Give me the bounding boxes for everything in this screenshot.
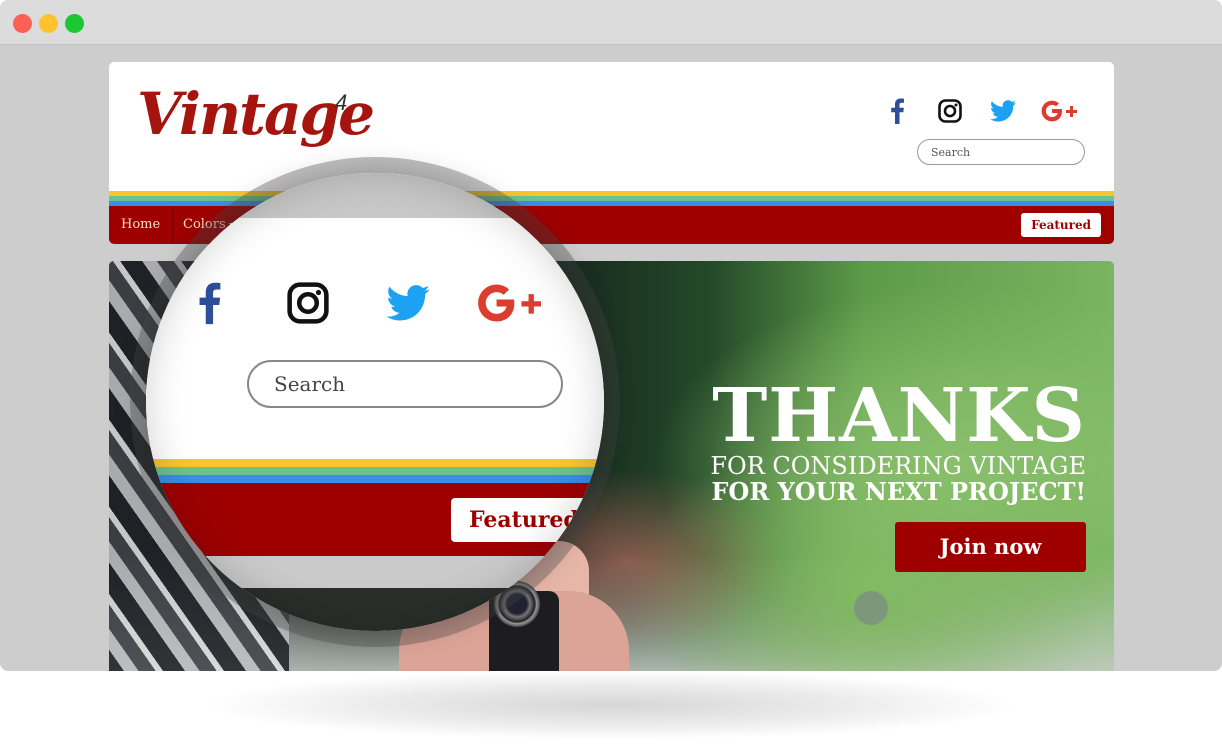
magnified-hero-edge [146, 588, 604, 631]
facebook-icon [891, 98, 904, 124]
instagram-icon [938, 99, 962, 123]
magnified-header-background [146, 218, 604, 459]
minimize-window-button[interactable] [39, 14, 58, 33]
stripe-yellow [146, 459, 604, 467]
magnified-search-input [247, 360, 563, 408]
magnifier-lens: Featured [146, 173, 604, 631]
window-shadow [200, 670, 1022, 740]
hero-subtitle-line-1: FOR CONSIDERING VINTAGE [710, 452, 1086, 480]
facebook-icon [199, 282, 221, 325]
twitter-icon [386, 285, 430, 321]
facebook-link[interactable] [881, 95, 913, 127]
screenshot-stage: Vintage 4 Home Colors [0, 0, 1222, 748]
magnified-nav: Featured [146, 483, 604, 556]
search-input[interactable] [917, 139, 1085, 165]
hero-subtitle-line-2: FOR YOUR NEXT PROJECT! [711, 477, 1086, 506]
twitter-link[interactable] [987, 95, 1019, 127]
magnified-featured-button: Featured [451, 498, 604, 542]
magnified-instagram [283, 278, 333, 328]
magnified-color-stripes [146, 459, 604, 483]
join-now-button[interactable]: Join now [895, 522, 1086, 572]
twitter-icon [990, 100, 1016, 122]
featured-button[interactable]: Featured [1021, 213, 1101, 237]
google-plus-icon [478, 284, 541, 322]
stripe-blue [146, 475, 604, 483]
browser-window: Vintage 4 Home Colors [0, 0, 1222, 671]
logo-superscript: 4 [335, 90, 348, 115]
instagram-link[interactable] [934, 95, 966, 127]
stripe-green [146, 467, 604, 475]
magnified-header: Featured [146, 173, 604, 631]
magnified-facebook [184, 278, 234, 328]
maximize-window-button[interactable] [65, 14, 84, 33]
title-bar [0, 0, 1222, 45]
google-plus-icon [1041, 100, 1077, 122]
hero-photo-bokeh [854, 591, 888, 625]
magnified-google-plus [474, 278, 544, 328]
magnified-twitter [383, 278, 433, 328]
hero-headline: THANKS FOR CONSIDERING VINTAGE FOR YOUR … [710, 379, 1086, 505]
close-window-button[interactable] [13, 14, 32, 33]
hero-title: THANKS [712, 373, 1086, 459]
magnified-gap [146, 556, 604, 588]
google-plus-link[interactable] [1039, 95, 1079, 127]
instagram-icon [287, 282, 329, 324]
magnified-nav-edge [146, 173, 604, 218]
